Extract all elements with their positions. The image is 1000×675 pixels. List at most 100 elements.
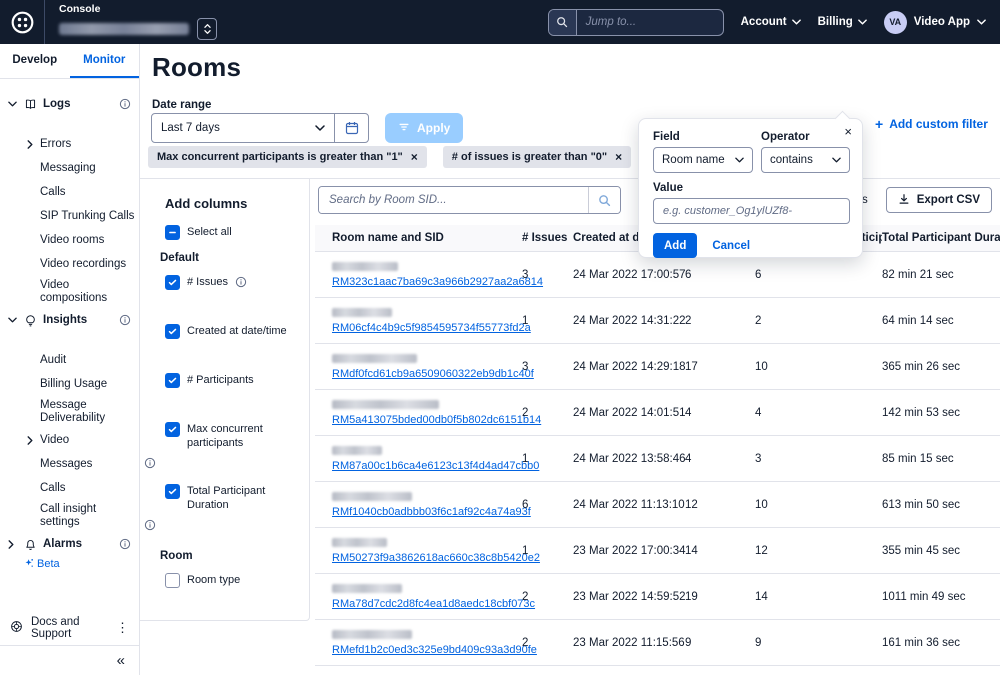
plus-icon: + <box>875 116 883 132</box>
info-icon[interactable] <box>144 457 156 469</box>
jump-to-search[interactable]: Jump to... <box>548 9 724 36</box>
account-switcher-button[interactable] <box>197 18 217 40</box>
close-icon[interactable]: × <box>844 125 852 138</box>
sidebar-item-billing-usage[interactable]: Billing Usage <box>0 372 139 396</box>
twilio-logo-icon[interactable] <box>0 10 44 35</box>
participants-cell: 6 <box>685 269 755 281</box>
checkbox[interactable] <box>165 324 180 339</box>
sidebar-item-video-rooms[interactable]: Video rooms <box>0 228 139 252</box>
export-csv-button[interactable]: Export CSV <box>886 187 992 213</box>
info-icon[interactable] <box>119 314 131 326</box>
add-columns-panel: Add columns Select all Default # Issues … <box>140 179 310 621</box>
room-name-cell: RMefd1b2c0ed3c325e9bd409c93a3d90fe <box>332 630 522 656</box>
sidebar-item-video-recordings[interactable]: Video recordings <box>0 252 139 276</box>
search-icon[interactable] <box>588 187 620 213</box>
room-sid-link[interactable]: RMf1040cb0adbbb03f6c1af92c4a74a93f <box>332 506 522 518</box>
info-icon[interactable] <box>119 538 131 550</box>
room-sid-link[interactable]: RM06cf4c4b9c5f9854595734f55773fd2a <box>332 322 522 334</box>
sidebar-item-messaging[interactable]: Messaging <box>0 156 139 180</box>
filter-chips: Max concurrent participants is greater t… <box>148 146 631 168</box>
search-icon[interactable] <box>549 10 577 35</box>
life-ring-icon <box>10 620 23 636</box>
sidebar-item-sip-trunking-calls[interactable]: SIP Trunking Calls <box>0 204 139 228</box>
account-menu[interactable]: Account <box>741 16 801 28</box>
close-icon[interactable]: × <box>411 150 418 164</box>
tab-monitor[interactable]: Monitor <box>70 44 140 78</box>
room-sid-link[interactable]: RM50273f9a3862618ac660c38c8b5420e2 <box>332 552 522 564</box>
sidebar-item-calls[interactable]: Calls <box>0 180 139 204</box>
filter-chip[interactable]: # of issues is greater than "0" × <box>443 146 631 168</box>
bell-icon <box>24 538 37 551</box>
column-checkbox-item[interactable]: Created at date/time <box>165 324 301 339</box>
value-input[interactable] <box>653 198 850 224</box>
info-icon[interactable] <box>235 276 247 288</box>
add-button[interactable]: Add <box>653 233 697 258</box>
add-custom-filter-link[interactable]: + Add custom filter <box>875 116 988 132</box>
apply-button[interactable]: Apply <box>385 113 463 143</box>
sidebar-item-call-insight-settings[interactable]: Call insight settings <box>0 500 139 532</box>
room-sid-link[interactable]: RM87a00c1b6ca4e6123c13f4d4ad47cbb0 <box>332 460 522 472</box>
value-label: Value <box>653 182 848 194</box>
billing-menu[interactable]: Billing <box>818 16 867 28</box>
docs-and-support[interactable]: Docs and Support ⋮ <box>0 611 139 645</box>
chevron-right-icon[interactable] <box>27 140 33 153</box>
sidebar-section-insights[interactable]: Insights <box>0 308 139 332</box>
sidebar-item-messages[interactable]: Messages <box>0 452 139 476</box>
sidebar-item-video-compositions[interactable]: Video compositions <box>0 276 139 308</box>
cancel-button[interactable]: Cancel <box>712 240 750 252</box>
sidebar-item-audit[interactable]: Audit <box>0 348 139 372</box>
column-checkbox-item[interactable]: Max concurrent participants <box>165 422 301 450</box>
checkbox[interactable] <box>165 373 180 388</box>
sidebar-item-calls[interactable]: Calls <box>0 476 139 500</box>
sidebar-section-logs[interactable]: Logs <box>0 92 139 116</box>
issues-cell: 2 <box>522 407 573 419</box>
room-sid-link[interactable]: RMdf0fcd61cb9a6509060322eb9db1c40f <box>332 368 522 380</box>
room-name-redacted <box>332 584 402 593</box>
search-placeholder: Jump to... <box>577 10 723 35</box>
info-icon[interactable] <box>119 98 131 110</box>
calendar-icon[interactable] <box>334 114 368 142</box>
room-name-redacted <box>332 492 412 501</box>
participants-cell: 4 <box>685 407 755 419</box>
room-sid-search-input[interactable] <box>319 187 588 213</box>
created-cell: 23 Mar 2022 14:59:52 <box>573 591 685 603</box>
sidebar-item-video[interactable]: Video <box>0 428 139 452</box>
room-sid-link[interactable]: RMefd1b2c0ed3c325e9bd409c93a3d90fe <box>332 644 522 656</box>
created-cell: 24 Mar 2022 14:29:18 <box>573 361 685 373</box>
column-checkbox-item[interactable]: # Participants <box>165 373 301 388</box>
kebab-menu-icon[interactable]: ⋮ <box>116 620 129 636</box>
sidebar-section-alarms[interactable]: Alarms <box>0 532 139 556</box>
checkbox-indeterminate[interactable] <box>165 225 180 240</box>
room-sid-search[interactable] <box>318 186 621 214</box>
duration-cell: 82 min 21 sec <box>882 269 1000 281</box>
room-sid-link[interactable]: RM5a413075bded00db0f5b802dc6151b14 <box>332 414 522 426</box>
column-group-label: Default <box>160 252 301 264</box>
checkbox[interactable] <box>165 484 180 499</box>
room-sid-link[interactable]: RM323c1aac7ba69c3a966b2927aa2a6814 <box>332 276 522 288</box>
participants-cell: 4 <box>685 453 755 465</box>
field-select[interactable]: Room name <box>653 147 753 173</box>
user-menu[interactable]: VA Video App <box>884 11 986 34</box>
room-name-redacted <box>332 630 412 639</box>
checkbox[interactable] <box>165 275 180 290</box>
checkbox[interactable] <box>165 422 180 437</box>
column-checkbox-item[interactable]: # Issues <box>165 275 301 290</box>
screen: Console Jump to... Account Billing <box>0 0 1000 675</box>
date-range-select[interactable]: Last 7 days <box>151 113 369 143</box>
filter-chip[interactable]: Max concurrent participants is greater t… <box>148 146 427 168</box>
sidebar-item-errors[interactable]: Errors <box>0 132 139 156</box>
close-icon[interactable]: × <box>615 150 622 164</box>
collapse-sidebar-icon[interactable]: « <box>117 653 125 668</box>
tab-develop[interactable]: Develop <box>0 44 70 78</box>
checkbox[interactable] <box>165 573 180 588</box>
info-icon[interactable] <box>144 519 156 531</box>
column-checkbox-item[interactable]: Total Participant Duration <box>165 484 301 512</box>
sidebar-item-message-deliverability[interactable]: Message Deliverability <box>0 396 139 428</box>
chevron-right-icon[interactable] <box>27 436 33 449</box>
operator-select[interactable]: contains <box>761 147 850 173</box>
select-all-checkbox[interactable]: Select all <box>165 225 301 240</box>
table-row: RM87a00c1b6ca4e6123c13f4d4ad47cbb0 1 24 … <box>315 436 1000 482</box>
column-checkbox-item[interactable]: Room type <box>165 573 301 588</box>
room-name-cell: RM50273f9a3862618ac660c38c8b5420e2 <box>332 538 522 564</box>
room-sid-link[interactable]: RMa78d7cdc2d8fc4ea1d8aedc18cbf073c <box>332 598 522 610</box>
